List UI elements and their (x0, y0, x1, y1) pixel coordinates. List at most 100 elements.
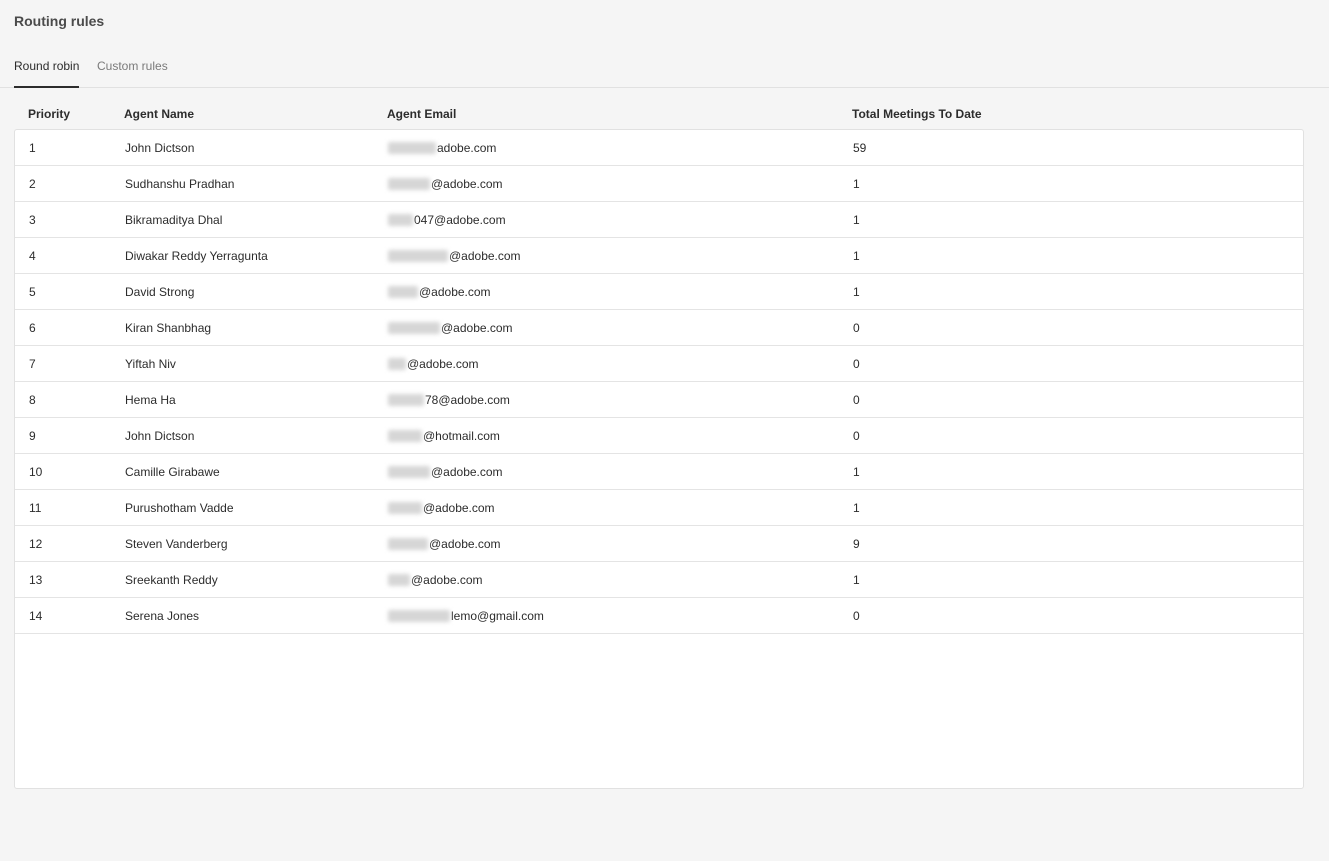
agent-email-text: @hotmail.com (423, 429, 500, 443)
table-row[interactable]: 4 Diwakar Reddy Yerragunta @adobe.com 1 (15, 238, 1303, 274)
agent-email-cell: @adobe.com (388, 285, 491, 299)
agent-name-cell: Yiftah Niv (125, 357, 176, 371)
agent-email-text: 047@adobe.com (414, 213, 506, 227)
agent-email-text: @adobe.com (429, 537, 501, 551)
table-row[interactable]: 14 Serena Jones lemo@gmail.com 0 (15, 598, 1303, 634)
agent-name-cell: Sreekanth Reddy (125, 573, 218, 587)
agent-email-cell: @adobe.com (388, 177, 503, 191)
agent-email-text: adobe.com (437, 141, 497, 155)
agent-name-cell: David Strong (125, 285, 195, 299)
agent-name-cell: Purushotham Vadde (125, 501, 234, 515)
redacted-email-blur (388, 250, 448, 262)
total-meetings-cell: 1 (853, 285, 860, 299)
agent-email-cell: @adobe.com (388, 357, 479, 371)
priority-cell: 7 (29, 357, 36, 371)
agent-name-cell: Bikramaditya Dhal (125, 213, 223, 227)
table-row[interactable]: 5 David Strong @adobe.com 1 (15, 274, 1303, 310)
agent-email-cell: lemo@gmail.com (388, 609, 544, 623)
priority-cell: 4 (29, 249, 36, 263)
agent-name-cell: John Dictson (125, 429, 195, 443)
table-row[interactable]: 3 Bikramaditya Dhal 047@adobe.com 1 (15, 202, 1303, 238)
agent-email-cell: 047@adobe.com (388, 213, 506, 227)
total-meetings-cell: 1 (853, 177, 860, 191)
agent-email-cell: @adobe.com (388, 249, 521, 263)
total-meetings-cell: 1 (853, 213, 860, 227)
table-row[interactable]: 8 Hema Ha 78@adobe.com 0 (15, 382, 1303, 418)
priority-cell: 1 (29, 141, 36, 155)
total-meetings-cell: 1 (853, 249, 860, 263)
table-row[interactable]: 1 John Dictson adobe.com 59 (15, 130, 1303, 166)
priority-cell: 9 (29, 429, 36, 443)
column-header-agent-name[interactable]: Agent Name (124, 107, 194, 122)
column-header-agent-email[interactable]: Agent Email (387, 107, 456, 122)
agent-email-cell: @adobe.com (388, 321, 513, 335)
priority-cell: 13 (29, 573, 43, 587)
agent-email-text: @adobe.com (411, 573, 483, 587)
tab-custom-rules[interactable]: Custom rules (97, 58, 168, 74)
priority-cell: 8 (29, 393, 36, 407)
agent-name-cell: Diwakar Reddy Yerragunta (125, 249, 268, 263)
page-title: Routing rules (14, 13, 105, 29)
total-meetings-cell: 0 (853, 321, 860, 335)
agent-name-cell: Kiran Shanbhag (125, 321, 212, 335)
total-meetings-cell: 0 (853, 393, 860, 407)
redacted-email-blur (388, 466, 430, 478)
redacted-email-blur (388, 142, 436, 154)
table-row[interactable]: 6 Kiran Shanbhag @adobe.com 0 (15, 310, 1303, 346)
agent-name-cell: Camille Girabawe (125, 465, 220, 479)
table-header: Priority Agent Name Agent Email Total Me… (14, 99, 1304, 129)
total-meetings-cell: 0 (853, 357, 860, 371)
priority-cell: 12 (29, 537, 43, 551)
routing-table-body: 1 John Dictson adobe.com 59 2 Sudhanshu Pradh… (14, 129, 1304, 789)
total-meetings-cell: 1 (853, 501, 860, 515)
priority-cell: 2 (29, 177, 36, 191)
redacted-email-blur (388, 322, 440, 334)
redacted-email-blur (388, 574, 410, 586)
agent-email-text: @adobe.com (449, 249, 521, 263)
tab-round-robin[interactable]: Round robin (14, 58, 80, 88)
agent-email-text: lemo@gmail.com (451, 609, 544, 623)
redacted-email-blur (388, 538, 428, 550)
priority-cell: 5 (29, 285, 36, 299)
total-meetings-cell: 0 (853, 609, 860, 623)
redacted-email-blur (388, 214, 413, 226)
table-row[interactable]: 9 John Dictson @hotmail.com 0 (15, 418, 1303, 454)
redacted-email-blur (388, 286, 418, 298)
total-meetings-cell: 1 (853, 573, 860, 587)
table-row[interactable]: 2 Sudhanshu Pradhan @adobe.com 1 (15, 166, 1303, 202)
table-row[interactable]: 13 Sreekanth Reddy @adobe.com 1 (15, 562, 1303, 598)
table-row[interactable]: 12 Steven Vanderberg @adobe.com 9 (15, 526, 1303, 562)
total-meetings-cell: 1 (853, 465, 860, 479)
agent-email-text: @adobe.com (431, 465, 503, 479)
column-header-total-meetings[interactable]: Total Meetings To Date (852, 107, 982, 122)
redacted-email-blur (388, 394, 424, 406)
redacted-email-blur (388, 430, 422, 442)
priority-cell: 10 (29, 465, 43, 479)
routing-rules-page: Routing rules Round robin Custom rules P… (0, 0, 1329, 861)
agent-name-cell: Hema Ha (125, 393, 176, 407)
agent-email-cell: @hotmail.com (388, 429, 500, 443)
column-header-priority[interactable]: Priority (28, 107, 70, 122)
agent-name-cell: Steven Vanderberg (125, 537, 228, 551)
agent-email-text: @adobe.com (431, 177, 503, 191)
agent-email-text: @adobe.com (423, 501, 495, 515)
agent-email-cell: @adobe.com (388, 501, 495, 515)
total-meetings-cell: 9 (853, 537, 860, 551)
priority-cell: 11 (29, 501, 42, 515)
redacted-email-blur (388, 358, 406, 370)
agent-email-cell: 78@adobe.com (388, 393, 510, 407)
redacted-email-blur (388, 502, 422, 514)
table-row[interactable]: 7 Yiftah Niv @adobe.com 0 (15, 346, 1303, 382)
table-row[interactable]: 10 Camille Girabawe @adobe.com 1 (15, 454, 1303, 490)
priority-cell: 14 (29, 609, 43, 623)
tab-bar: Round robin Custom rules (0, 56, 1329, 88)
agent-email-text: @adobe.com (407, 357, 479, 371)
agent-email-cell: @adobe.com (388, 465, 503, 479)
agent-email-text: @adobe.com (419, 285, 491, 299)
agent-email-cell: adobe.com (388, 141, 496, 155)
redacted-email-blur (388, 178, 430, 190)
priority-cell: 6 (29, 321, 36, 335)
agent-email-cell: @adobe.com (388, 537, 501, 551)
total-meetings-cell: 0 (853, 429, 860, 443)
table-row[interactable]: 11 Purushotham Vadde @adobe.com 1 (15, 490, 1303, 526)
